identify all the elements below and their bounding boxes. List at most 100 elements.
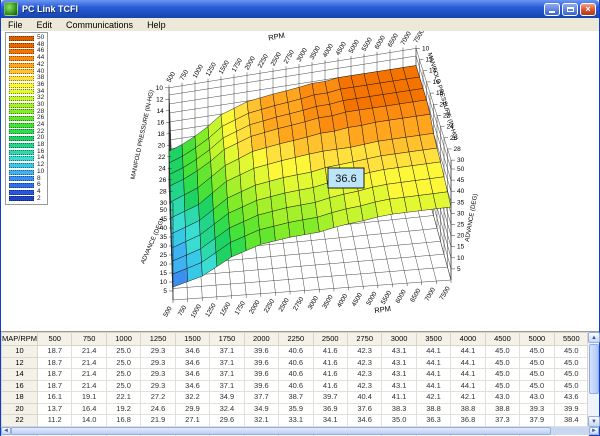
table-cell[interactable]: 39.9 — [554, 403, 588, 415]
table-cell[interactable]: 11.2 — [38, 415, 72, 427]
table-cell[interactable]: 42.3 — [347, 346, 381, 358]
table-cell[interactable]: 25.0 — [106, 357, 140, 369]
table-cell[interactable]: 21.4 — [72, 346, 106, 358]
table-cell[interactable]: 41.6 — [313, 346, 347, 358]
table-cell[interactable]: 32.1 — [244, 415, 278, 427]
vscroll-thumb[interactable] — [589, 344, 599, 394]
table-cell[interactable]: 29.9 — [175, 403, 209, 415]
table-cell[interactable]: 45.0 — [485, 369, 519, 381]
table-cell[interactable]: 38.8 — [485, 403, 519, 415]
table-cell[interactable]: 39.3 — [520, 403, 554, 415]
menu-item-edit[interactable]: Edit — [30, 19, 60, 31]
table-cell[interactable]: 45.0 — [554, 380, 588, 392]
surface-plot[interactable]: 5007501000125015001750200022502500275030… — [1, 31, 600, 331]
table-cell[interactable]: 36.3 — [416, 415, 450, 427]
table-cell[interactable]: 27.1 — [175, 415, 209, 427]
table-cell[interactable]: 37.6 — [347, 403, 381, 415]
table-cell[interactable]: 43.0 — [485, 392, 519, 404]
table-cell[interactable]: 44.1 — [416, 346, 450, 358]
table-cell[interactable]: 19.2 — [106, 403, 140, 415]
table-cell[interactable]: 29.3 — [141, 346, 175, 358]
minimize-button[interactable] — [544, 3, 560, 16]
table-cell[interactable]: 42.3 — [347, 357, 381, 369]
menu-item-help[interactable]: Help — [140, 19, 173, 31]
table-cell[interactable]: 44.1 — [451, 346, 485, 358]
table-cell[interactable]: 44.1 — [451, 357, 485, 369]
table-cell[interactable]: 45.0 — [554, 346, 588, 358]
table-cell[interactable]: 38.7 — [279, 392, 313, 404]
table-cell[interactable]: 35.9 — [279, 403, 313, 415]
table-cell[interactable]: 29.3 — [141, 369, 175, 381]
close-button[interactable]: × — [580, 3, 596, 16]
table-hscrollbar[interactable]: ◄ ► — [1, 427, 599, 435]
table-cell[interactable]: 21.9 — [141, 415, 175, 427]
table-cell[interactable]: 42.1 — [451, 392, 485, 404]
table-cell[interactable]: 41.1 — [382, 392, 416, 404]
table-cell[interactable]: 43.1 — [382, 380, 416, 392]
table-cell[interactable]: 25.0 — [106, 369, 140, 381]
table-cell[interactable]: 45.0 — [520, 357, 554, 369]
table-cell[interactable]: 37.1 — [210, 357, 244, 369]
table-cell[interactable]: 45.0 — [520, 369, 554, 381]
table-cell[interactable]: 34.1 — [313, 415, 347, 427]
table-cell[interactable]: 25.0 — [106, 346, 140, 358]
table-cell[interactable]: 34.6 — [175, 346, 209, 358]
table-cell[interactable]: 45.0 — [485, 380, 519, 392]
titlebar[interactable]: PC Link TCFI × — [1, 0, 599, 18]
table-cell[interactable]: 39.6 — [244, 369, 278, 381]
table-cell[interactable]: 29.3 — [141, 380, 175, 392]
table-cell[interactable]: 40.6 — [279, 346, 313, 358]
table-cell[interactable]: 45.0 — [554, 369, 588, 381]
table-cell[interactable]: 45.0 — [520, 346, 554, 358]
hscroll-thumb[interactable] — [11, 427, 551, 435]
table-cell[interactable]: 37.1 — [210, 369, 244, 381]
scroll-right-button[interactable]: ► — [589, 427, 599, 435]
table-vscrollbar[interactable]: ▲ ▼ — [587, 332, 599, 427]
table-cell[interactable]: 43.1 — [382, 369, 416, 381]
table-cell[interactable]: 35.0 — [382, 415, 416, 427]
table-cell[interactable]: 37.7 — [244, 392, 278, 404]
table-cell[interactable]: 21.4 — [72, 380, 106, 392]
table-cell[interactable]: 43.6 — [554, 392, 588, 404]
table-cell[interactable]: 43.1 — [382, 346, 416, 358]
table-cell[interactable]: 32.2 — [175, 392, 209, 404]
table-cell[interactable]: 36.9 — [313, 403, 347, 415]
table-cell[interactable]: 34.6 — [175, 357, 209, 369]
table-cell[interactable]: 44.1 — [451, 369, 485, 381]
table-cell[interactable]: 18.7 — [38, 346, 72, 358]
maximize-button[interactable] — [562, 3, 578, 16]
table-cell[interactable]: 39.6 — [244, 357, 278, 369]
table-cell[interactable]: 42.3 — [347, 380, 381, 392]
table-cell[interactable]: 16.8 — [106, 415, 140, 427]
table-cell[interactable]: 37.1 — [210, 380, 244, 392]
table-cell[interactable]: 36.8 — [451, 415, 485, 427]
table-cell[interactable]: 40.6 — [279, 357, 313, 369]
scroll-up-button[interactable]: ▲ — [588, 332, 600, 343]
table-cell[interactable]: 18.7 — [38, 380, 72, 392]
table-cell[interactable]: 41.6 — [313, 357, 347, 369]
table-cell[interactable]: 19.1 — [72, 392, 106, 404]
table-cell[interactable]: 37.9 — [520, 415, 554, 427]
table-cell[interactable]: 39.7 — [313, 392, 347, 404]
table-cell[interactable]: 38.8 — [451, 403, 485, 415]
table-cell[interactable]: 21.4 — [72, 357, 106, 369]
table-cell[interactable]: 16.4 — [72, 403, 106, 415]
table-cell[interactable]: 40.6 — [279, 369, 313, 381]
table-cell[interactable]: 44.1 — [416, 380, 450, 392]
table-cell[interactable]: 40.4 — [347, 392, 381, 404]
table-cell[interactable]: 18.7 — [38, 369, 72, 381]
table-cell[interactable]: 13.7 — [38, 403, 72, 415]
table-cell[interactable]: 37.1 — [210, 346, 244, 358]
table-cell[interactable]: 42.1 — [416, 392, 450, 404]
scroll-down-button[interactable]: ▼ — [588, 416, 600, 427]
table-cell[interactable]: 40.6 — [279, 380, 313, 392]
table-cell[interactable]: 25.0 — [106, 380, 140, 392]
table-cell[interactable]: 18.7 — [38, 357, 72, 369]
table-cell[interactable]: 45.0 — [520, 380, 554, 392]
table-cell[interactable]: 21.4 — [72, 369, 106, 381]
menu-item-file[interactable]: File — [1, 19, 30, 31]
table-cell[interactable]: 39.6 — [244, 380, 278, 392]
table-cell[interactable]: 38.3 — [382, 403, 416, 415]
table-cell[interactable]: 14.0 — [72, 415, 106, 427]
table-cell[interactable]: 39.6 — [244, 346, 278, 358]
